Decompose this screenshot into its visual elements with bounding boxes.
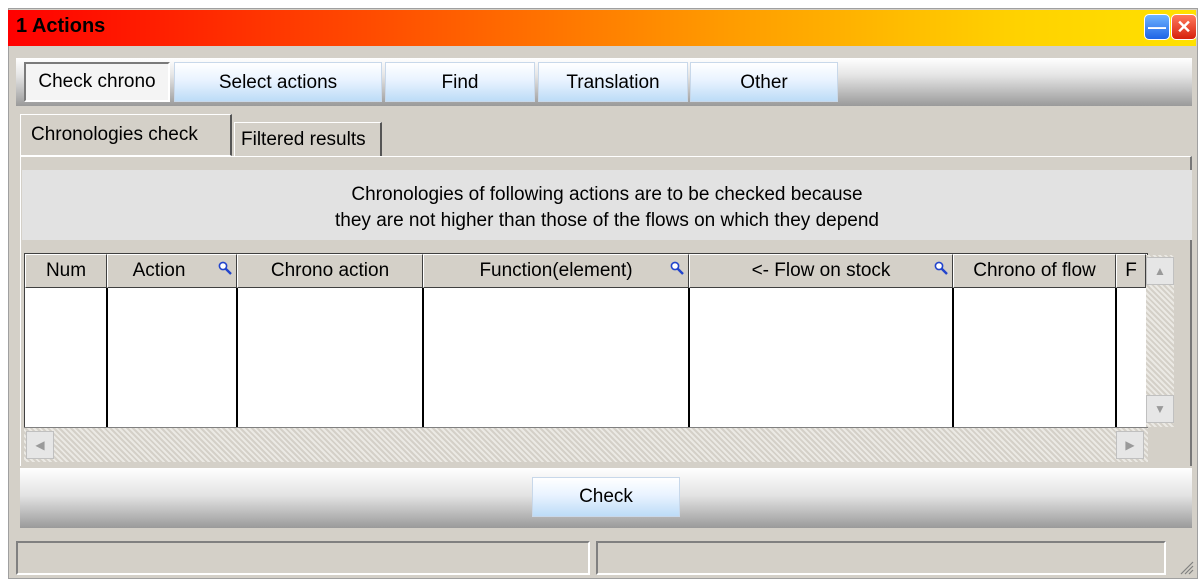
- column-action: [107, 288, 238, 428]
- column-header-num[interactable]: Num: [25, 254, 107, 288]
- arrow-left-icon: ◀: [35, 438, 45, 452]
- column-header-function-element[interactable]: Function(element): [423, 254, 689, 288]
- column-header-action[interactable]: Action: [107, 254, 237, 288]
- info-message: Chronologies of following actions are to…: [22, 170, 1192, 240]
- minimize-icon: —: [1148, 17, 1166, 37]
- info-line-1: Chronologies of following actions are to…: [351, 184, 863, 205]
- search-icon[interactable]: [670, 261, 684, 275]
- column-header-f[interactable]: F: [1116, 254, 1146, 288]
- menu-other[interactable]: Other: [690, 62, 838, 102]
- scroll-up-button[interactable]: ▲: [1146, 257, 1174, 285]
- menu-translation[interactable]: Translation: [538, 62, 688, 102]
- menu-check-chrono[interactable]: Check chrono: [24, 62, 170, 102]
- arrow-right-icon: ▶: [1125, 438, 1135, 452]
- tab-filtered-results[interactable]: Filtered results: [234, 122, 382, 158]
- close-button[interactable]: ✕: [1171, 14, 1197, 40]
- scroll-right-button[interactable]: ▶: [1116, 431, 1144, 459]
- status-panel-left: [16, 541, 590, 575]
- scroll-left-button[interactable]: ◀: [26, 431, 54, 459]
- column-chrono-of-flow: [953, 288, 1117, 428]
- status-panel-right: [596, 541, 1166, 575]
- column-flow-on-stock: [689, 288, 954, 428]
- column-function-element: [423, 288, 690, 428]
- horizontal-scrollbar[interactable]: ◀ ▶: [24, 427, 1148, 462]
- column-header-chrono-action[interactable]: Chrono action: [237, 254, 423, 288]
- scroll-down-button[interactable]: ▼: [1146, 395, 1174, 423]
- check-button[interactable]: Check: [532, 477, 680, 517]
- arrow-up-icon: ▲: [1154, 264, 1166, 278]
- menu-select-actions[interactable]: Select actions: [174, 62, 382, 102]
- search-icon[interactable]: [218, 261, 232, 275]
- arrow-down-icon: ▼: [1154, 402, 1166, 416]
- column-header-chrono-of-flow[interactable]: Chrono of flow: [953, 254, 1116, 288]
- info-line-2: they are not higher than those of the fl…: [335, 210, 879, 231]
- vertical-scrollbar[interactable]: ▲ ▼: [1146, 255, 1174, 427]
- title-bar[interactable]: 1 Actions — ✕: [8, 10, 1197, 46]
- search-icon[interactable]: [934, 261, 948, 275]
- window-title: 1 Actions: [16, 15, 106, 37]
- tab-chronologies-check[interactable]: Chronologies check: [20, 114, 232, 156]
- minimize-button[interactable]: —: [1144, 14, 1170, 40]
- menu-find[interactable]: Find: [385, 62, 535, 102]
- column-chrono-action: [237, 288, 424, 428]
- column-header-flow-on-stock[interactable]: <- Flow on stock: [689, 254, 953, 288]
- close-icon: ✕: [1176, 17, 1192, 37]
- resize-grip-icon[interactable]: [1178, 559, 1194, 575]
- column-num: [25, 288, 108, 428]
